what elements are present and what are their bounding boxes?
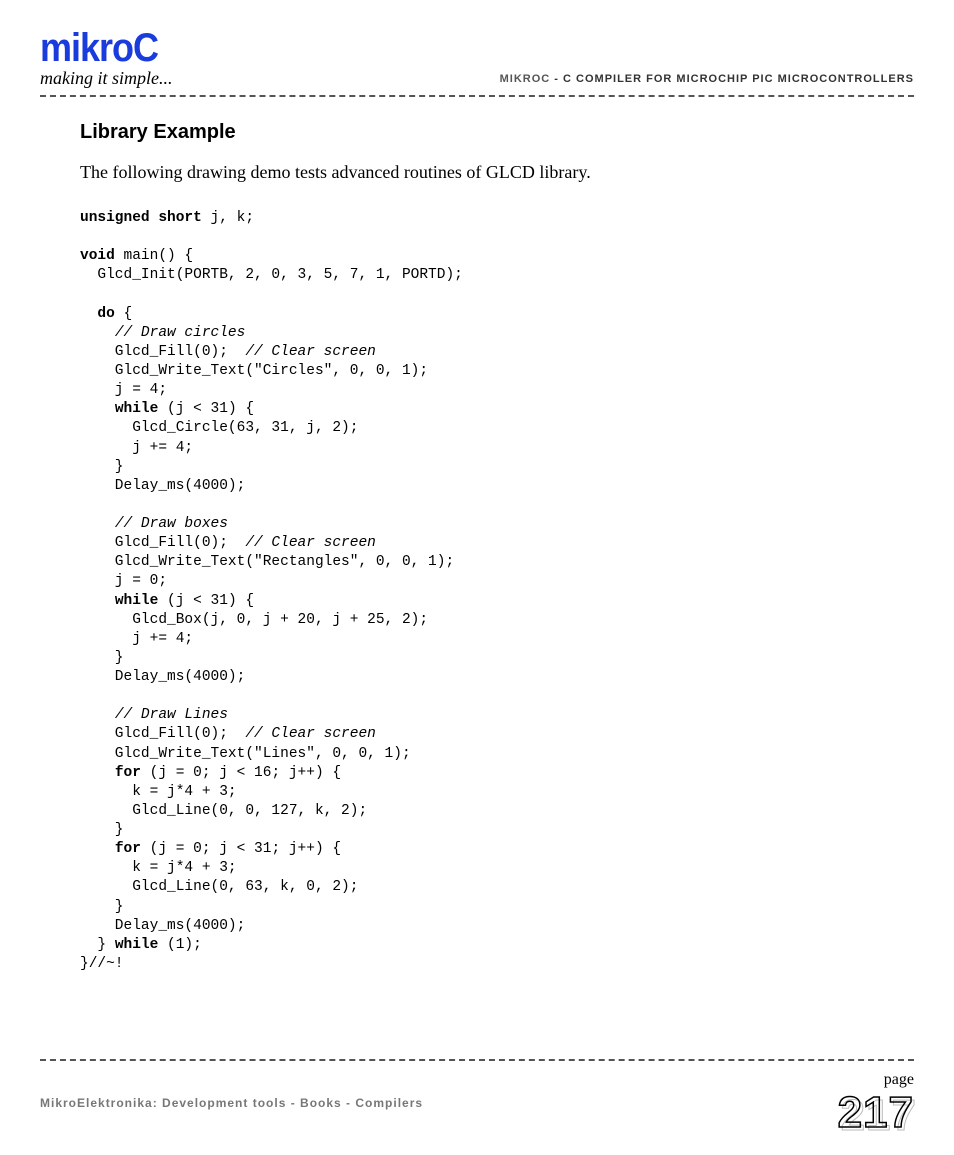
code-text: Glcd_Circle(63, 31, j, 2); <box>80 420 358 436</box>
code-text: (j = 0; j < 16; j++) { <box>141 765 341 781</box>
code-text <box>80 841 115 857</box>
page-label: page <box>838 1071 914 1089</box>
footer-row: MikroElektronika: Development tools - Bo… <box>40 1071 914 1135</box>
brand-logo: mikroC <box>40 28 173 68</box>
code-text: Delay_ms(4000); <box>80 478 245 494</box>
header-brand-accent: mikroC <box>500 73 551 85</box>
code-text: Glcd_Init(PORTB, 2, 0, 3, 5, 7, 1, PORTD… <box>80 267 463 283</box>
code-comment: // Draw boxes <box>115 516 228 532</box>
code-keyword: for <box>115 765 141 781</box>
code-comment: // Clear screen <box>245 535 376 551</box>
code-text: k = j*4 + 3; <box>80 784 237 800</box>
code-text: { <box>115 306 132 322</box>
code-text: main() { <box>115 248 193 264</box>
code-text: } <box>80 650 124 666</box>
code-text: (j < 31) { <box>158 401 254 417</box>
code-keyword: unsigned short <box>80 210 202 226</box>
brand-tagline: making it simple... <box>40 68 173 89</box>
code-text: } <box>80 822 124 838</box>
code-text: k = j*4 + 3; <box>80 860 237 876</box>
code-comment: // Draw circles <box>115 325 246 341</box>
code-text: Glcd_Fill(0); <box>80 344 245 360</box>
code-comment: // Draw Lines <box>115 707 228 723</box>
code-keyword: while <box>115 593 159 609</box>
code-keyword: while <box>115 401 159 417</box>
footer-pageinfo: page 217 <box>838 1071 914 1135</box>
page-footer: MikroElektronika: Development tools - Bo… <box>40 1059 914 1135</box>
page-number: 217 <box>838 1091 914 1135</box>
code-keyword: do <box>97 306 114 322</box>
code-keyword: for <box>115 841 141 857</box>
code-keyword: while <box>115 937 159 953</box>
code-text: Glcd_Fill(0); <box>80 726 245 742</box>
footer-divider <box>40 1059 914 1061</box>
footer-tagline: MikroElektronika: Development tools - Bo… <box>40 1096 423 1110</box>
code-text <box>80 765 115 781</box>
code-text: Glcd_Write_Text("Rectangles", 0, 0, 1); <box>80 554 454 570</box>
code-text: j, k; <box>202 210 254 226</box>
code-text: (j < 31) { <box>158 593 254 609</box>
code-text: Glcd_Line(0, 0, 127, k, 2); <box>80 803 367 819</box>
code-comment: // Clear screen <box>245 726 376 742</box>
code-comment: // Clear screen <box>245 344 376 360</box>
intro-paragraph: The following drawing demo tests advance… <box>80 162 874 183</box>
code-text: j = 4; <box>80 382 167 398</box>
code-text: (1); <box>158 937 202 953</box>
code-text: } <box>80 459 124 475</box>
header-divider <box>40 95 914 97</box>
section-heading: Library Example <box>80 121 874 144</box>
code-text: Glcd_Write_Text("Circles", 0, 0, 1); <box>80 363 428 379</box>
code-text: j = 0; <box>80 573 167 589</box>
code-text <box>80 401 115 417</box>
code-text <box>80 593 115 609</box>
page-header: mikroC making it simple... mikroC - C Co… <box>40 30 914 89</box>
code-text: Glcd_Line(0, 63, k, 0, 2); <box>80 879 358 895</box>
code-text: j += 4; <box>80 631 193 647</box>
logo-block: mikroC making it simple... <box>40 30 173 89</box>
code-text: Glcd_Write_Text("Lines", 0, 0, 1); <box>80 746 411 762</box>
code-text: Delay_ms(4000); <box>80 918 245 934</box>
code-text: } <box>80 937 115 953</box>
content-area: Library Example The following drawing de… <box>40 121 914 974</box>
code-text: Glcd_Box(j, 0, j + 20, j + 25, 2); <box>80 612 428 628</box>
code-text: Glcd_Fill(0); <box>80 535 245 551</box>
code-text <box>80 306 97 322</box>
page-container: mikroC making it simple... mikroC - C Co… <box>0 0 954 1155</box>
code-text: }//~! <box>80 956 124 972</box>
code-text: Delay_ms(4000); <box>80 669 245 685</box>
code-block: unsigned short j, k; void main() { Glcd_… <box>80 209 874 974</box>
code-text: } <box>80 899 124 915</box>
code-keyword: void <box>80 248 115 264</box>
code-text: j += 4; <box>80 440 193 456</box>
header-subtitle: mikroC - C Compiler for Microchip PIC mi… <box>500 73 914 89</box>
code-text: (j = 0; j < 31; j++) { <box>141 841 341 857</box>
header-desc: - C Compiler for Microchip PIC microcont… <box>550 73 914 85</box>
